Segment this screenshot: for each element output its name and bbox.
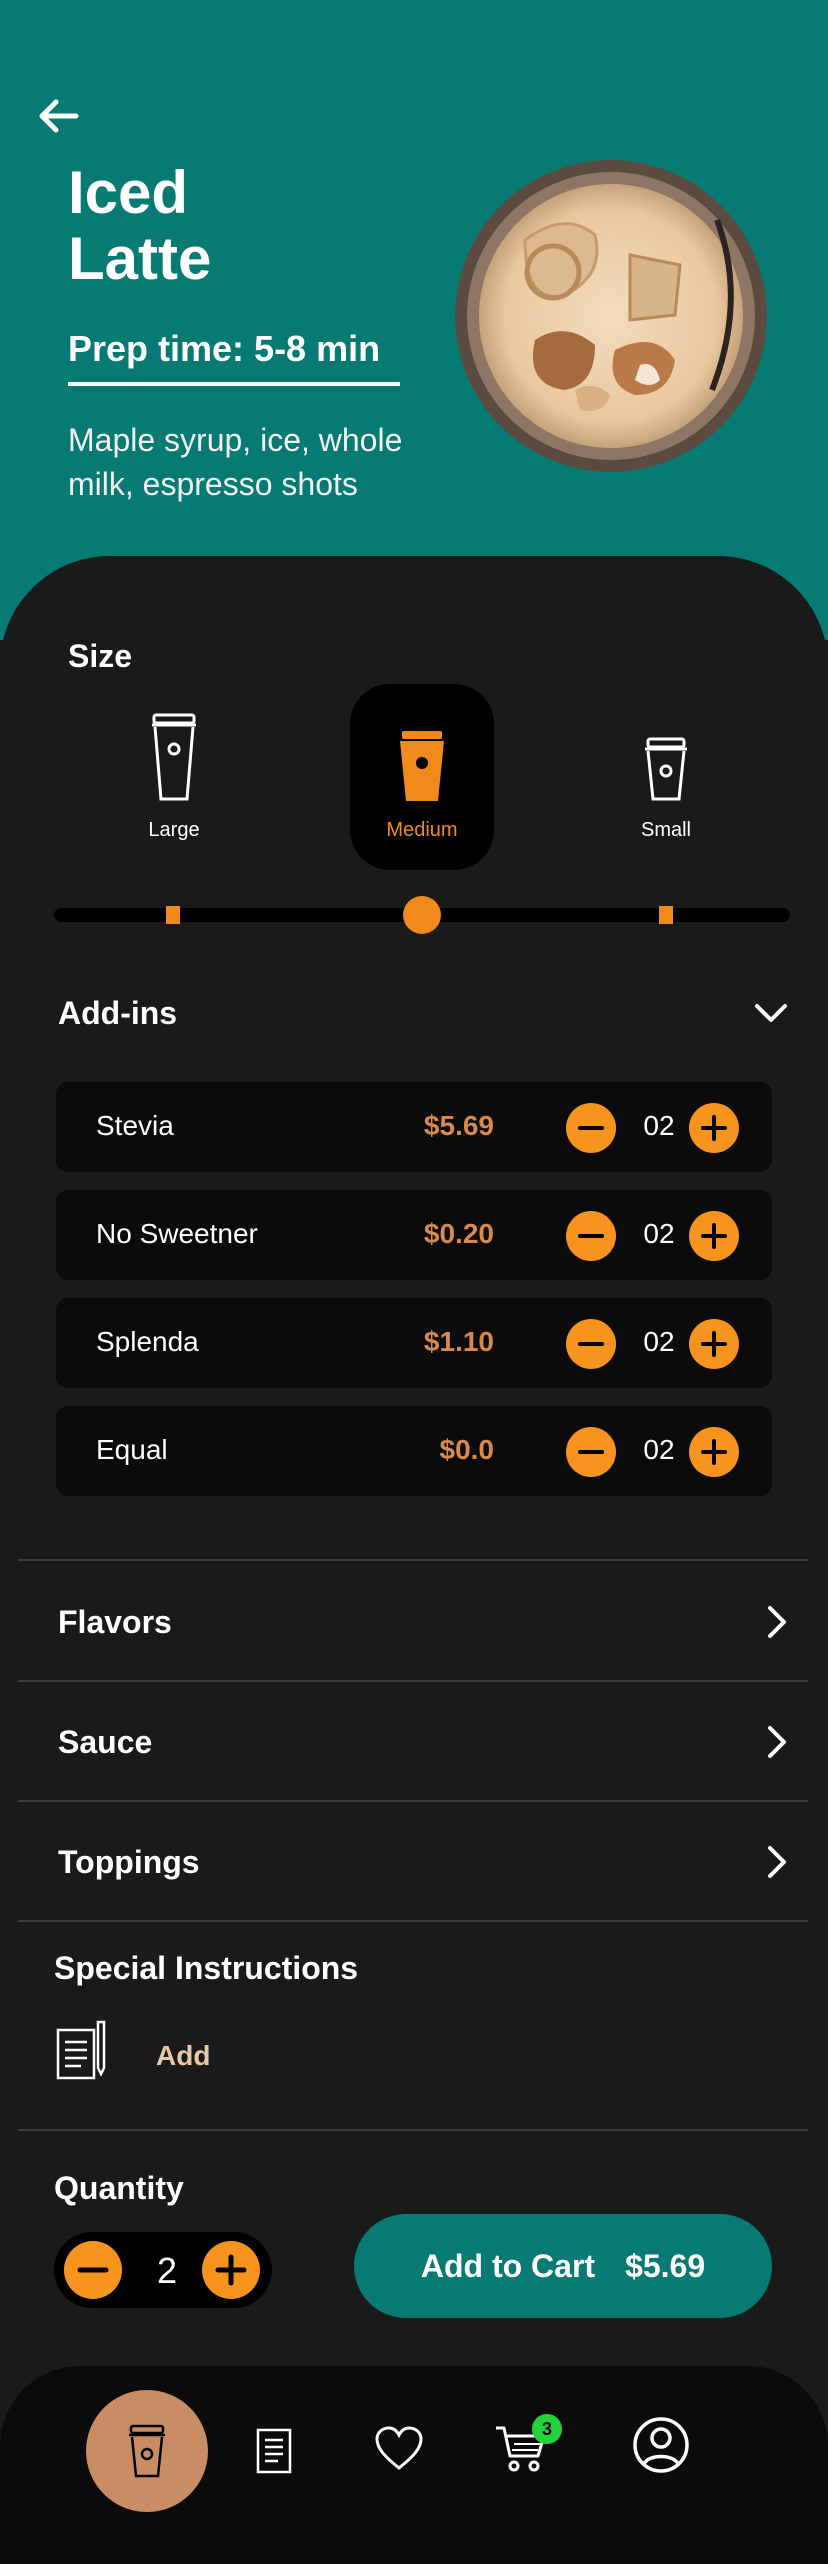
addin-name: Stevia [96, 1110, 174, 1141]
addin-price: $0.0 [439, 1434, 495, 1465]
addins-label: Add-ins [58, 994, 178, 1031]
increment-button[interactable] [689, 1427, 739, 1477]
chevron-right-icon [768, 1846, 786, 1878]
quantity-stepper: 2 [54, 2232, 272, 2308]
plus-icon [701, 1439, 727, 1465]
quantity-decrement-button[interactable] [64, 2241, 122, 2299]
product-header: Iced Latte Prep time: 5-8 min Maple syru… [0, 0, 828, 640]
addins-header[interactable]: Add-ins [58, 990, 788, 1036]
divider [18, 2129, 808, 2131]
add-to-cart-label: Add to Cart [420, 2247, 596, 2284]
addin-price: $1.10 [423, 1326, 494, 1357]
chevron-right-icon [768, 1606, 786, 1638]
divider [18, 1800, 808, 1802]
minus-icon [578, 1234, 604, 1238]
quantity-increment-button[interactable] [202, 2241, 260, 2299]
increment-button[interactable] [689, 1103, 739, 1153]
add-instructions-button[interactable]: Add [156, 2040, 210, 2072]
decrement-button[interactable] [566, 1319, 616, 1369]
product-description: Maple syrup, ice, whole milk, espresso s… [68, 422, 403, 502]
cup-medium-icon [400, 731, 444, 801]
flavors-label: Flavors [58, 1603, 172, 1640]
cart-badge: 3 [532, 2414, 562, 2444]
size-option-small[interactable]: Small [594, 684, 738, 870]
plus-icon [701, 1223, 727, 1249]
profile-icon [633, 2417, 689, 2473]
addin-row: Stevia $5.69 02 [56, 1082, 772, 1172]
addin-row: Splenda $1.10 02 [56, 1298, 772, 1388]
sauce-row[interactable]: Sauce [58, 1714, 788, 1770]
product-image [455, 160, 767, 472]
size-option-medium[interactable]: Medium [350, 684, 494, 870]
cup-large-icon [152, 713, 196, 801]
back-button[interactable] [36, 96, 80, 136]
minus-icon [77, 2267, 109, 2273]
addin-qty: 02 [643, 1110, 675, 1141]
size-option-label: Large [148, 819, 200, 841]
decrement-button[interactable] [566, 1103, 616, 1153]
sauce-label: Sauce [58, 1723, 153, 1760]
tab-orders[interactable] [256, 2428, 292, 2479]
arrow-left-icon [39, 99, 79, 133]
plus-icon [215, 2254, 247, 2286]
tab-cart[interactable]: 3 [494, 2414, 562, 2479]
toppings-label: Toppings [58, 1843, 200, 1880]
tab-favorites[interactable] [374, 2426, 424, 2477]
plus-icon [701, 1331, 727, 1357]
chevron-down-icon [755, 1004, 787, 1022]
decrement-button[interactable] [566, 1211, 616, 1261]
minus-icon [578, 1126, 604, 1130]
quantity-value: 2 [156, 2250, 178, 2291]
plus-icon [701, 1115, 727, 1141]
slider-tick [166, 906, 180, 924]
divider [18, 1920, 808, 1922]
size-option-label: Small [640, 819, 691, 841]
tab-profile[interactable] [632, 2416, 690, 2479]
addin-row: No Sweetner $0.20 02 [56, 1190, 772, 1280]
toppings-row[interactable]: Toppings [58, 1834, 788, 1890]
addin-qty: 02 [643, 1326, 675, 1357]
chevron-right-icon [768, 1726, 786, 1758]
slider-tick [659, 906, 673, 924]
tab-home[interactable] [86, 2390, 208, 2512]
product-title: Iced Latte [68, 159, 212, 292]
decrement-button[interactable] [566, 1427, 616, 1477]
size-option-large[interactable]: Large [102, 684, 246, 870]
divider [18, 1680, 808, 1682]
cup-small-icon [645, 737, 687, 801]
addin-qty: 02 [643, 1218, 675, 1249]
prep-time: Prep time: 5-8 min [68, 328, 400, 386]
notepad-pen-icon [56, 2020, 106, 2082]
addin-name: No Sweetner [96, 1218, 258, 1249]
addin-qty: 02 [643, 1434, 675, 1465]
size-option-label: Medium [386, 819, 458, 841]
bottom-tab-bar: 3 [0, 2366, 828, 2564]
add-to-cart-button[interactable]: Add to Cart $5.69 [354, 2214, 772, 2318]
addin-row: Equal $0.0 02 [56, 1406, 772, 1496]
increment-button[interactable] [689, 1319, 739, 1369]
coffee-cup-icon [129, 2424, 165, 2478]
addin-price: $0.20 [423, 1218, 494, 1249]
addin-name: Splenda [96, 1326, 199, 1357]
quantity-title: Quantity [54, 2170, 184, 2206]
heart-icon [375, 2426, 423, 2470]
flavors-row[interactable]: Flavors [58, 1594, 788, 1650]
size-label: Size [68, 638, 133, 674]
addin-price: $5.69 [423, 1110, 494, 1141]
add-to-cart-price: $5.69 [625, 2247, 706, 2284]
addin-name: Equal [96, 1434, 168, 1465]
minus-icon [578, 1342, 604, 1346]
special-instructions-title: Special Instructions [54, 1950, 359, 1986]
increment-button[interactable] [689, 1211, 739, 1261]
size-slider-thumb[interactable] [403, 896, 441, 934]
receipt-icon [256, 2428, 292, 2474]
divider [18, 1559, 808, 1561]
minus-icon [578, 1450, 604, 1454]
